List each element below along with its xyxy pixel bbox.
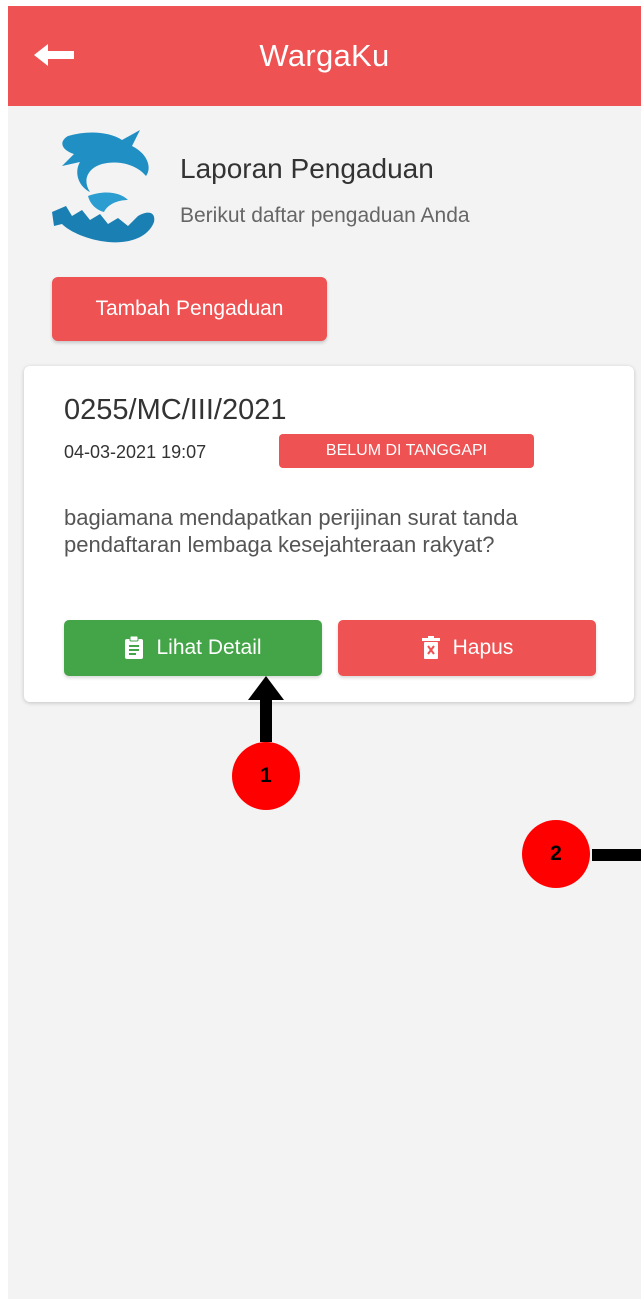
- view-detail-label: Lihat Detail: [156, 636, 262, 659]
- page-title: Laporan Pengaduan: [180, 153, 434, 184]
- clipboard-icon: [125, 636, 144, 659]
- view-detail-button[interactable]: Lihat Detail: [64, 620, 322, 676]
- trash-icon: [421, 636, 440, 659]
- annotation-marker-1: 1: [232, 742, 300, 810]
- complaint-card: 0255/MC/III/2021 04-03-2021 19:07 BELUM …: [24, 366, 634, 702]
- complaint-description: bagiamana mendapatkan perijinan surat ta…: [64, 505, 518, 557]
- app-bar: WargaKu: [8, 6, 641, 106]
- page-subtitle: Berikut daftar pengaduan Anda: [180, 204, 470, 227]
- app-title: WargaKu: [259, 38, 390, 73]
- annotation-arrow-up: [248, 676, 284, 742]
- complaint-datetime: 04-03-2021 19:07: [64, 442, 207, 462]
- status-badge: BELUM DI TANGGAPI: [279, 434, 534, 468]
- complaint-number: 0255/MC/III/2021: [64, 394, 287, 426]
- delete-label: Hapus: [452, 636, 514, 659]
- app-logo: [52, 130, 155, 243]
- annotation-marker-2: 2: [522, 820, 590, 888]
- annotation-arrow-right: [592, 849, 641, 861]
- app-screen: WargaKu Laporan Pengaduan Berikut daftar…: [8, 6, 641, 1299]
- add-complaint-button[interactable]: Tambah Pengaduan: [52, 277, 327, 341]
- delete-button[interactable]: Hapus: [338, 620, 596, 676]
